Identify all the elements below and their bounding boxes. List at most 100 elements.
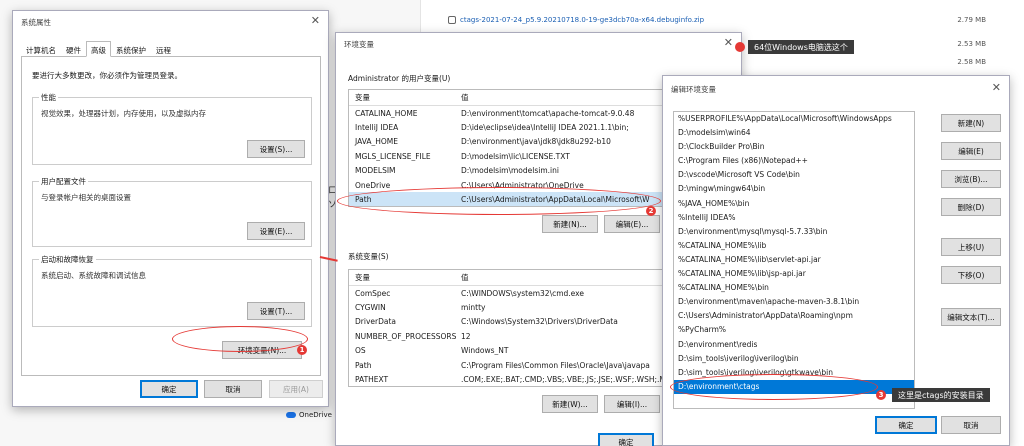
archive-icon: [448, 16, 456, 24]
user-variables-table: 变量 值 CATALINA_HOME D:\environment\tomcat\…: [348, 89, 672, 207]
list-item[interactable]: %JAVA_HOME%\bin: [674, 197, 914, 211]
step-badge-3: 3: [876, 390, 886, 400]
close-icon[interactable]: ✕: [724, 36, 733, 49]
list-item[interactable]: %CATALINA_HOME%\lib: [674, 239, 914, 253]
table-row[interactable]: Path C:\Program Files\Common Files\Oracle…: [349, 358, 671, 372]
var-value: D:\modelsim\modelsim.ini: [461, 166, 559, 176]
table-header: 变量 值: [349, 270, 671, 286]
environment-variables-button[interactable]: 环境变量(N)...: [222, 341, 302, 359]
window-title: 编辑环境变量: [671, 85, 716, 94]
browse-button[interactable]: 浏览(B)...: [941, 170, 1001, 188]
list-item[interactable]: D:\sim_tools\iverilog\iverilog\bin: [674, 352, 914, 366]
list-item[interactable]: D:\ClockBuilder Pro\Bin: [674, 140, 914, 154]
column-header-value[interactable]: 值: [461, 272, 671, 283]
close-icon[interactable]: ✕: [311, 14, 320, 27]
group-legend: 性能: [39, 92, 58, 103]
table-row[interactable]: MODELSIM D:\modelsim\modelsim.ini: [349, 164, 671, 178]
group-description: 系统启动、系统故障和调试信息: [41, 271, 146, 280]
list-item[interactable]: C:\Program Files (x86)\Notepad++: [674, 154, 914, 168]
list-item[interactable]: D:\modelsim\win64: [674, 126, 914, 140]
user-edit-button[interactable]: 编辑(E)...: [604, 215, 660, 233]
download-size: 2.58 MB: [957, 58, 986, 66]
onedrive-item[interactable]: OneDrive: [286, 411, 332, 419]
callout-install-dir: 这里是ctags的安装目录: [892, 388, 990, 402]
list-item[interactable]: D:\mingw\mingw64\bin: [674, 182, 914, 196]
var-value: D:\environment\java\jdk8\jdk8u292-b10: [461, 137, 611, 147]
group-description: 与登录帐户相关的桌面设置: [41, 193, 131, 202]
column-header-variable[interactable]: 变量: [349, 92, 461, 103]
tab-system-protection[interactable]: 系统保护: [111, 41, 151, 57]
list-item[interactable]: %CATALINA_HOME%\lib\jsp-api.jar: [674, 267, 914, 281]
system-variables-label: 系统变量(S): [348, 252, 389, 261]
ok-button[interactable]: 确定: [598, 433, 654, 446]
tab-advanced[interactable]: 高级: [86, 41, 111, 57]
table-row-selected[interactable]: Path C:\Users\Administrator\AppData\Local…: [349, 192, 671, 206]
group-legend: 启动和故障恢复: [39, 254, 96, 265]
tab-computer-name[interactable]: 计算机名: [21, 41, 61, 57]
tab-strip: 计算机名 硬件 高级 系统保护 远程: [21, 41, 176, 57]
var-name: ComSpec: [355, 288, 391, 298]
group-legend: 用户配置文件: [39, 176, 88, 187]
delete-button[interactable]: 删除(D): [941, 198, 1001, 216]
window-title: 环境变量: [344, 40, 374, 49]
cancel-button[interactable]: 取消: [941, 416, 1001, 434]
list-item[interactable]: C:\Users\Administrator\AppData\Roaming\n…: [674, 309, 914, 323]
var-name: IntelliJ IDEA: [355, 123, 399, 133]
move-up-button[interactable]: 上移(U): [941, 238, 1001, 256]
startup-settings-button[interactable]: 设置(T)...: [247, 302, 305, 320]
table-row[interactable]: CATALINA_HOME D:\environment\tomcat\apach…: [349, 106, 671, 120]
table-row[interactable]: PATHEXT .COM;.EXE;.BAT;.CMD;.VBS;.VBE;.JS…: [349, 372, 671, 386]
var-value: D:\environment\tomcat\apache-tomcat-9.0.…: [461, 108, 635, 118]
system-edit-button[interactable]: 编辑(I)...: [604, 395, 660, 413]
list-item[interactable]: D:\environment\mysql\mysql-5.7.33\bin: [674, 225, 914, 239]
var-value: Windows_NT: [461, 346, 509, 356]
var-name: DriverData: [355, 317, 396, 327]
table-row[interactable]: CYGWIN mintty: [349, 300, 671, 314]
list-item[interactable]: D:\vscode\Microsoft VS Code\bin: [674, 168, 914, 182]
var-value: D:\modelsim\lic\LICENSE.TXT: [461, 151, 570, 161]
close-icon[interactable]: ✕: [992, 81, 1001, 94]
user-new-button[interactable]: 新建(N)...: [542, 215, 598, 233]
table-row[interactable]: ComSpec C:\WINDOWS\system32\cmd.exe: [349, 286, 671, 300]
table-row[interactable]: NUMBER_OF_PROCESSORS 12: [349, 329, 671, 343]
list-item[interactable]: D:\environment\maven\apache-maven-3.8.1\…: [674, 295, 914, 309]
var-value: D:\ide\eclipse\idea\IntelliJ IDEA 2021.1…: [461, 123, 629, 133]
var-value: C:\WINDOWS\system32\cmd.exe: [461, 288, 584, 298]
table-row[interactable]: DriverData C:\Windows\System32\Drivers\Dr…: [349, 315, 671, 329]
download-filename[interactable]: ctags-2021-07-24_p5.9.20210718.0-19-ge3d…: [460, 16, 704, 24]
var-name: Path: [355, 360, 372, 370]
cloud-icon: [286, 412, 296, 418]
table-row[interactable]: IntelliJ IDEA D:\ide\eclipse\idea\Intelli…: [349, 120, 671, 134]
var-value: C:\Program Files\Common Files\Oracle\Jav…: [461, 360, 650, 370]
move-down-button[interactable]: 下移(O): [941, 266, 1001, 284]
list-item[interactable]: %CATALINA_HOME%\bin: [674, 281, 914, 295]
list-item[interactable]: %IntelliJ IDEA%: [674, 211, 914, 225]
system-new-button[interactable]: 新建(W)...: [542, 395, 598, 413]
table-row[interactable]: MGLS_LICENSE_FILE D:\modelsim\lic\LICENSE…: [349, 149, 671, 163]
new-entry-button[interactable]: 新建(N): [941, 114, 1001, 132]
list-item[interactable]: D:\sim_tools\iverilog\iverilog\gtkwave\b…: [674, 366, 914, 380]
var-name: MODELSIM: [355, 166, 396, 176]
table-row[interactable]: OS Windows_NT: [349, 344, 671, 358]
list-item[interactable]: %PyCharm%: [674, 323, 914, 337]
user-profile-settings-button[interactable]: 设置(E)...: [247, 222, 305, 240]
performance-settings-button[interactable]: 设置(S)...: [247, 140, 305, 158]
table-row[interactable]: JAVA_HOME D:\environment\java\jdk8\jdk8u2…: [349, 135, 671, 149]
edit-entry-button[interactable]: 编辑(E): [941, 142, 1001, 160]
list-item[interactable]: %CATALINA_HOME%\lib\servlet-api.jar: [674, 253, 914, 267]
list-item[interactable]: %USERPROFILE%\AppData\Local\Microsoft\Wi…: [674, 112, 914, 126]
list-item[interactable]: D:\environment\redis: [674, 338, 914, 352]
path-entries-list: %USERPROFILE%\AppData\Local\Microsoft\Wi…: [673, 111, 915, 409]
column-header-variable[interactable]: 变量: [349, 272, 461, 283]
tab-hardware[interactable]: 硬件: [61, 41, 86, 57]
tab-remote[interactable]: 远程: [151, 41, 176, 57]
table-row[interactable]: OneDrive C:\Users\Administrator\OneDrive: [349, 178, 671, 192]
apply-button[interactable]: 应用(A): [269, 380, 323, 398]
column-header-value[interactable]: 值: [461, 92, 671, 103]
cancel-button[interactable]: 取消: [204, 380, 262, 398]
download-item[interactable]: ctags-2021-07-24_p5.9.20210718.0-19-ge3d…: [448, 12, 1016, 28]
edit-text-button[interactable]: 编辑文本(T)...: [941, 308, 1001, 326]
admin-note: 要进行大多数更改，你必须作为管理员登录。: [32, 71, 182, 80]
ok-button[interactable]: 确定: [875, 416, 937, 434]
ok-button[interactable]: 确定: [140, 380, 198, 398]
